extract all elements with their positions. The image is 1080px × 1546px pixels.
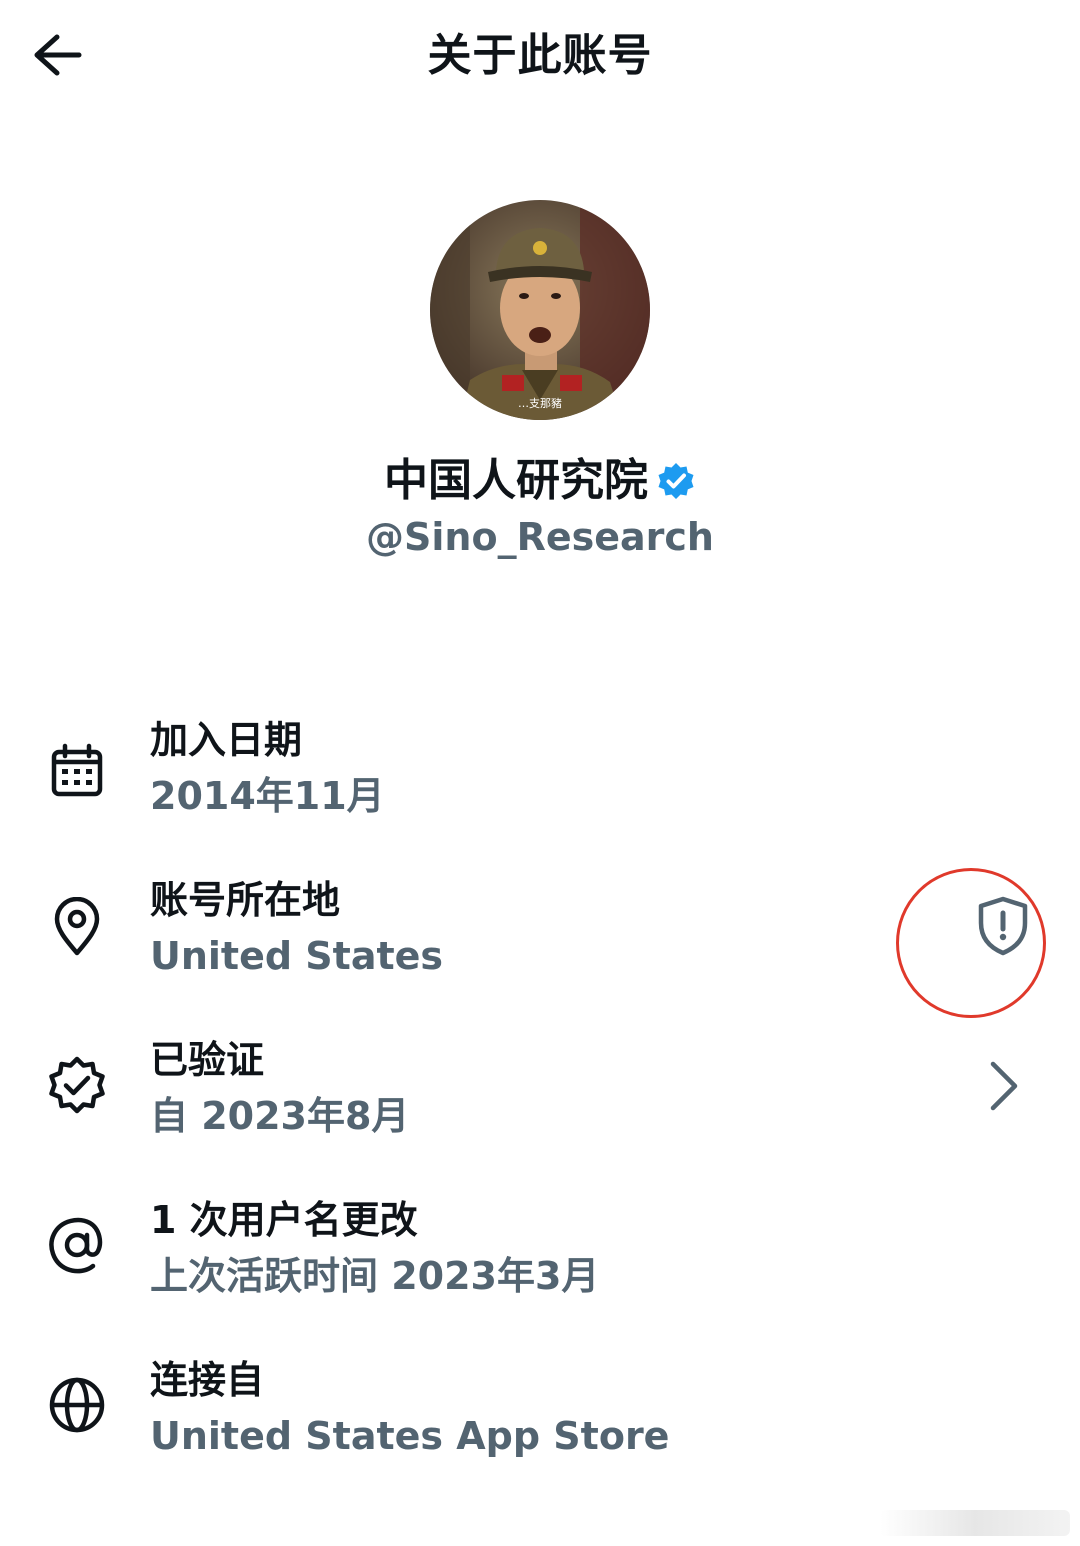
verified-badge-outline-icon bbox=[42, 1050, 112, 1120]
display-name: 中国人研究院 bbox=[384, 455, 648, 506]
info-row-connected-via: 连接自 United States App Store bbox=[0, 1348, 1080, 1468]
calendar-icon bbox=[42, 736, 112, 806]
username-handle: @Sino_Research bbox=[366, 515, 714, 559]
connected-via-value: United States App Store bbox=[150, 1414, 670, 1458]
avatar[interactable]: …支那豬 bbox=[430, 200, 650, 420]
verified-badge-icon[interactable] bbox=[656, 461, 696, 501]
top-app-bar: 关于此账号 bbox=[0, 0, 1080, 115]
account-location-value: United States bbox=[150, 934, 444, 978]
verified-value: 自 2023年8月 bbox=[150, 1094, 410, 1138]
info-row-username-changes: 1 次用户名更改 上次活跃时间 2023年3月 bbox=[0, 1188, 1080, 1308]
avatar-image: …支那豬 bbox=[430, 200, 650, 420]
account-location-label: 账号所在地 bbox=[150, 878, 341, 922]
location-pin-icon bbox=[42, 892, 112, 962]
join-date-value: 2014年11月 bbox=[150, 774, 385, 818]
join-date-label: 加入日期 bbox=[150, 718, 303, 762]
info-row-verified[interactable]: 已验证 自 2023年8月 bbox=[0, 1028, 1080, 1148]
globe-icon bbox=[42, 1370, 112, 1440]
info-row-account-location: 账号所在地 United States bbox=[0, 868, 1080, 988]
svg-text:…支那豬: …支那豬 bbox=[518, 396, 562, 410]
info-row-join-date: 加入日期 2014年11月 bbox=[0, 708, 1080, 828]
chevron-right-icon[interactable] bbox=[965, 1048, 1041, 1124]
shield-alert-icon[interactable] bbox=[965, 888, 1041, 964]
connected-via-label: 连接自 bbox=[150, 1358, 265, 1402]
username-changes-value: 上次活跃时间 2023年3月 bbox=[150, 1254, 600, 1298]
display-name-row: 中国人研究院 bbox=[0, 452, 1080, 510]
page-title: 关于此账号 bbox=[427, 30, 653, 81]
watermark bbox=[880, 1510, 1070, 1536]
at-sign-icon bbox=[42, 1210, 112, 1280]
username-changes-label: 1 次用户名更改 bbox=[150, 1198, 418, 1242]
verified-label: 已验证 bbox=[150, 1038, 265, 1082]
